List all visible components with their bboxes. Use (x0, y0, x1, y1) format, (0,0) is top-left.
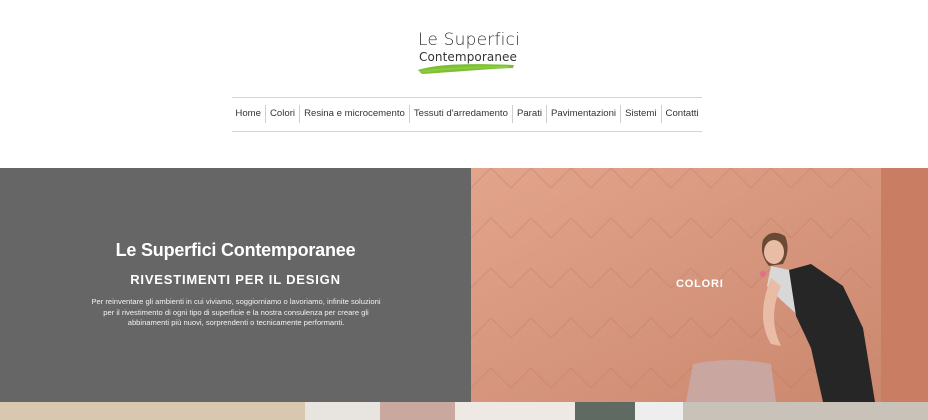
nav-item-pavimentazioni[interactable]: Pavimentazioni (546, 105, 620, 123)
gallery-tile-1[interactable] (0, 402, 305, 420)
gallery-preview-strip (0, 402, 928, 420)
hero-title: Le Superfici Contemporanee (115, 240, 356, 260)
gallery-tile-6[interactable] (635, 402, 683, 420)
logo-brush-stroke (418, 64, 514, 74)
hero-description: Per reinventare gli ambienti in cui vivi… (91, 297, 381, 327)
nav-item-home[interactable]: Home (231, 105, 265, 123)
hero-image-label: COLORI (676, 278, 724, 290)
nav-item-resina[interactable]: Resina e microcemento (299, 105, 409, 123)
nav-divider-top (232, 97, 702, 98)
hero-subtitle: RIVESTIMENTI PER IL DESIGN (130, 272, 341, 287)
main-navigation: Home Colori Resina e microcemento Tessut… (232, 104, 702, 124)
hero-image-colori[interactable]: COLORI (471, 168, 928, 402)
gallery-tile-4[interactable] (455, 402, 575, 420)
gallery-tile-5[interactable] (575, 402, 635, 420)
nav-item-colori[interactable]: Colori (265, 105, 299, 123)
nav-divider-bottom (232, 131, 702, 132)
nav-item-parati[interactable]: Parati (511, 105, 546, 123)
nav-item-tessuti[interactable]: Tessuti d'arredamento (408, 105, 512, 123)
site-logo[interactable]: Le Superfici Contemporanee (412, 28, 524, 82)
gallery-tile-2[interactable] (305, 402, 380, 420)
logo-line-1: Le Superfici (418, 30, 521, 50)
nav-item-sistemi[interactable]: Sistemi (620, 105, 660, 123)
site-header: Le Superfici Contemporanee Home Colori R… (0, 0, 928, 168)
gallery-tile-7[interactable] (683, 402, 928, 420)
nav-item-contatti[interactable]: Contatti (660, 105, 703, 123)
gallery-tile-3[interactable] (380, 402, 455, 420)
hero-text-panel: Le Superfici Contemporanee RIVESTIMENTI … (0, 168, 471, 402)
